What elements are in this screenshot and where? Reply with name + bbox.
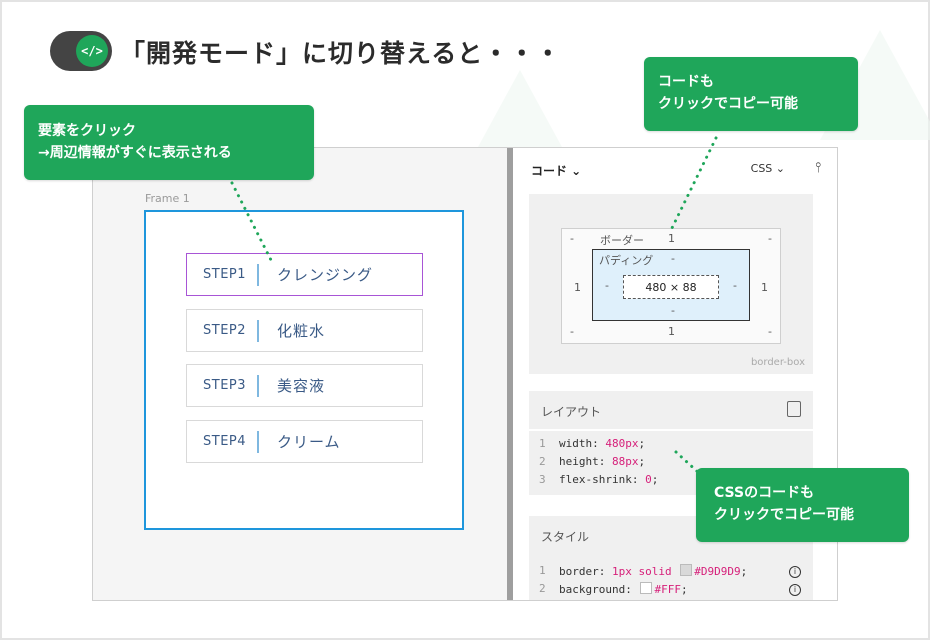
connector-code [670,136,718,230]
callout-line: 要素をクリック [38,123,136,139]
callout-line: クリックでコピー可能 [714,507,854,523]
callout-code-copy: コードも クリックでコピー可能 [644,57,858,131]
callout-element-click: 要素をクリック →周辺情報がすぐに表示される [24,105,314,180]
callout-line: コードも [658,74,714,90]
callout-line: クリックでコピー可能 [658,96,798,112]
callout-line: CSSのコードも [714,485,815,501]
callout-line: →周辺情報がすぐに表示される [38,145,232,161]
callout-css-copy: CSSのコードも クリックでコピー可能 [696,468,909,542]
connector-element [230,181,274,264]
